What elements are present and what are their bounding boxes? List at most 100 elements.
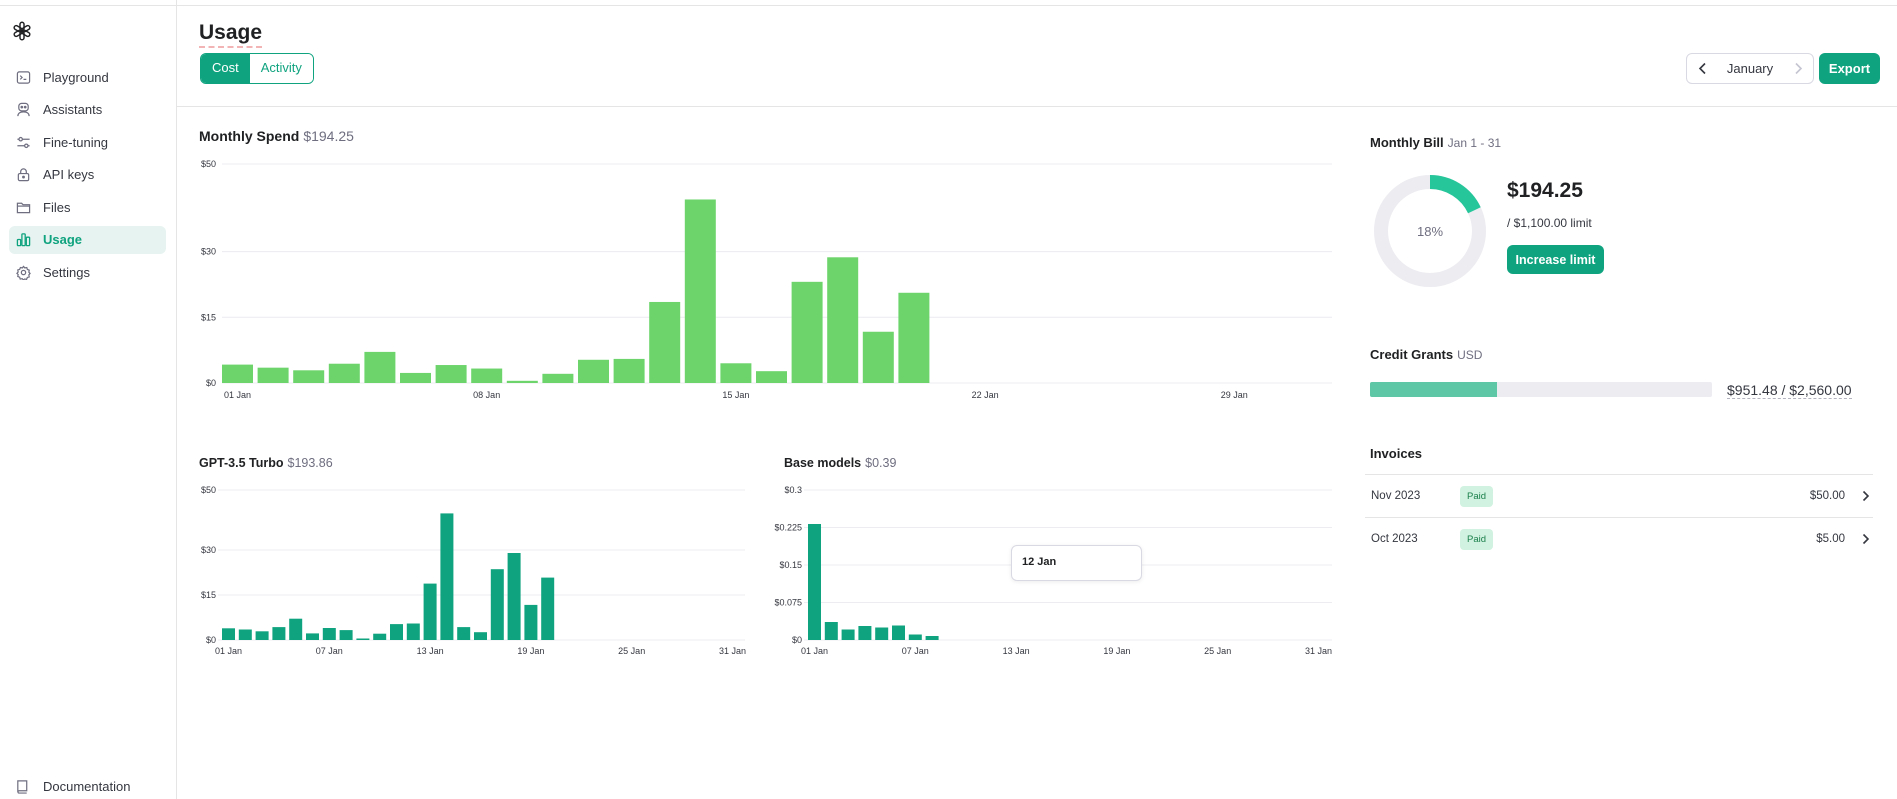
- chart-subtitle: $193.86: [287, 456, 333, 470]
- invoice-amount: $5.00: [1816, 533, 1845, 545]
- base-x-tick-label: 19 Jan: [1103, 646, 1130, 656]
- paid-badge: Paid: [1460, 528, 1494, 550]
- base-y-tick-label: $0.3: [784, 485, 802, 495]
- gpt35-bar: [238, 629, 252, 640]
- spend-x-tick-label: 22 Jan: [972, 390, 999, 400]
- base-y-tick-label: $0.075: [774, 598, 802, 608]
- chart-title-text: GPT-3.5 Turbo: [199, 456, 284, 470]
- chart-tooltip: 12 Jan: [1011, 545, 1142, 581]
- credit-progress-bar: [1370, 382, 1712, 397]
- spend-bar: [542, 373, 574, 383]
- increase-limit-button[interactable]: Increase limit: [1507, 245, 1604, 274]
- spend-bar: [435, 365, 467, 383]
- spend-bar: [649, 301, 681, 383]
- invoice-row[interactable]: Oct 2023 Paid $5.00: [1365, 517, 1873, 560]
- chevron-right-icon[interactable]: [1859, 532, 1873, 546]
- gpt35-x-tick-label: 19 Jan: [517, 646, 544, 656]
- gpt35-x-tick-label: 07 Jan: [316, 646, 343, 656]
- spend-bar: [862, 331, 894, 383]
- gpt35-bar: [390, 624, 403, 640]
- gpt35-bar: [507, 553, 521, 640]
- base-x-tick-label: 01 Jan: [801, 646, 828, 656]
- spend-bar: [684, 199, 716, 383]
- spend-bar: [364, 351, 396, 383]
- base-bar: [808, 524, 821, 640]
- gpt35-bar: [440, 513, 454, 640]
- gpt35-x-tick-label: 01 Jan: [215, 646, 242, 656]
- invoice-amount: $50.00: [1809, 490, 1845, 502]
- gpt35-bar: [457, 627, 471, 640]
- chart-subtitle: $0.39: [865, 456, 897, 470]
- gpt35-bar: [289, 618, 303, 640]
- gpt35-bar: [541, 577, 555, 640]
- spend-bar: [400, 372, 431, 383]
- spend-y-tick-label: $30: [201, 247, 216, 257]
- gpt35-y-tick-label: $30: [201, 545, 216, 555]
- base-bar: [841, 629, 855, 640]
- base-x-tick-label: 25 Jan: [1204, 646, 1231, 656]
- base-y-tick-label: $0.225: [774, 523, 802, 533]
- gpt35-x-tick-label: 13 Jan: [417, 646, 444, 656]
- spend-x-tick-label: 08 Jan: [473, 390, 500, 400]
- monthly-bill-title: Monthly Bill Jan 1 - 31: [1370, 135, 1501, 150]
- donut-percent: 18%: [1417, 224, 1443, 239]
- base-y-tick-label: $0.15: [779, 560, 802, 570]
- credit-grants-value[interactable]: $951.48 / $2,560.00: [1727, 382, 1852, 399]
- spend-y-tick-label: $50: [201, 159, 216, 169]
- paid-badge: Paid: [1460, 485, 1494, 507]
- bill-limit: / $1,100.00 limit: [1507, 216, 1592, 230]
- spend-bar: [898, 292, 930, 383]
- credit-progress-fill: [1370, 382, 1498, 397]
- credit-grants-currency: USD: [1457, 348, 1483, 362]
- gpt35-bar: [255, 631, 269, 640]
- base-bar: [858, 626, 872, 640]
- spend-bar: [791, 281, 823, 383]
- gpt35-bar: [306, 633, 319, 640]
- base-bar: [875, 627, 889, 640]
- chart-title-text: Base models: [784, 456, 862, 470]
- spend-x-tick-label: 29 Jan: [1221, 390, 1248, 400]
- spend-bar: [720, 363, 752, 383]
- base-x-tick-label: 07 Jan: [902, 646, 929, 656]
- spend-bar: [257, 367, 289, 383]
- chevron-right-icon[interactable]: [1859, 489, 1873, 503]
- gpt35-bar: [272, 627, 286, 640]
- base-x-tick-label: 13 Jan: [1003, 646, 1030, 656]
- base-bar: [892, 625, 905, 640]
- base-y-tick-label: $0: [792, 635, 802, 645]
- base-models-title: Base models $0.39: [784, 456, 896, 470]
- gpt35-y-tick-label: $15: [201, 590, 216, 600]
- invoices-title: Invoices: [1370, 446, 1423, 461]
- monthly-bill-label: Monthly Bill: [1370, 135, 1444, 150]
- monthly-spend-chart: $0 $15 $30 $50 01 Jan 08 Jan 15 Jan 22 Jan 29 Ja…: [201, 159, 1332, 656]
- gpt35-x-tick-label: 31 Jan: [719, 646, 746, 656]
- spend-bar: [506, 380, 538, 383]
- gpt35-y-tick-label: $0: [206, 635, 216, 645]
- gpt35-bar: [322, 628, 336, 640]
- gpt35-bar: [222, 628, 235, 640]
- spend-x-tick-label: 15 Jan: [722, 390, 749, 400]
- monthly-bill-range: Jan 1 - 31: [1447, 136, 1502, 150]
- invoice-date: Oct 2023: [1371, 533, 1418, 545]
- gpt35-bar: [490, 569, 504, 640]
- spend-bar: [222, 364, 253, 383]
- gpt35-y-tick-label: $50: [201, 485, 216, 495]
- invoice-row[interactable]: Nov 2023 Paid $50.00: [1365, 474, 1873, 517]
- credit-grants-label: Credit Grants: [1370, 347, 1454, 362]
- gpt35-bar: [373, 633, 387, 640]
- spend-y-tick-label: $15: [201, 312, 216, 322]
- spend-x-tick-label: 01 Jan: [224, 390, 251, 400]
- bill-amount: $194.25: [1507, 179, 1583, 202]
- base-bar: [824, 622, 838, 640]
- gpt35-bar: [524, 604, 538, 640]
- spend-bar: [328, 363, 360, 383]
- invoice-date: Nov 2023: [1371, 490, 1421, 502]
- credit-grants-title: Credit Grants USD: [1370, 347, 1482, 362]
- bill-usage-donut: 18%: [1374, 175, 1486, 287]
- gpt35-x-tick-label: 25 Jan: [618, 646, 645, 656]
- gpt35-bar: [406, 623, 420, 640]
- spend-bar: [613, 358, 645, 383]
- base-bar: [908, 634, 922, 640]
- base-bar: [925, 636, 939, 640]
- gpt35-bar: [474, 632, 487, 640]
